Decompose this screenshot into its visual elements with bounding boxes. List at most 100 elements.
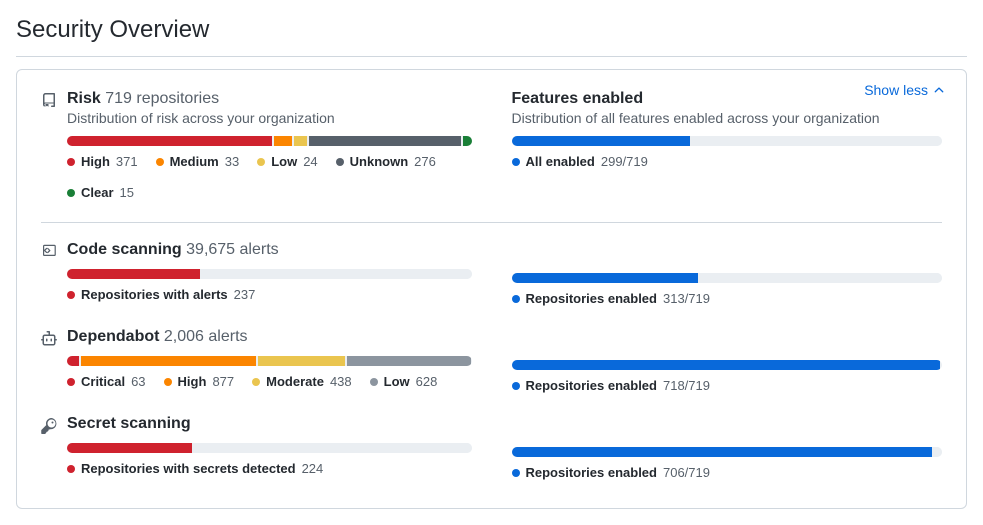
- legend-dot: [67, 291, 75, 299]
- legend-dot: [156, 158, 164, 166]
- bar-segment: [934, 447, 942, 457]
- legend-item[interactable]: High 371: [67, 154, 138, 169]
- dependabot-enabled-bar: [512, 360, 943, 370]
- legend-dot: [67, 465, 75, 473]
- legend-item[interactable]: Medium33: [156, 154, 240, 169]
- risk-title[interactable]: Risk 719 repositories: [67, 90, 472, 108]
- repo-icon: [41, 93, 57, 109]
- legend-dot: [164, 378, 172, 386]
- legend-item[interactable]: Repositories with secrets detected 224: [67, 461, 323, 476]
- legend-item[interactable]: Repositories enabled718/719: [512, 378, 710, 393]
- legend-dot: [257, 158, 265, 166]
- legend-item[interactable]: Unknown 276: [336, 154, 436, 169]
- bar-segment: [67, 356, 79, 366]
- dependabot-section: Dependabot 2,006 alerts Critical 63 High 87…: [41, 328, 472, 389]
- secret-scanning-enabled-bar: [512, 447, 943, 457]
- features-legend: All enabled 299/719: [512, 154, 943, 169]
- bar-segment: [67, 269, 200, 279]
- legend-dot: [370, 378, 378, 386]
- legend-value: 877: [212, 374, 234, 389]
- code-scanning-enabled-legend: Repositories enabled313/719: [512, 291, 943, 306]
- bar-segment: [692, 136, 942, 146]
- legend-value: 237: [234, 287, 256, 302]
- legend-dot: [252, 378, 260, 386]
- page-title: Security Overview: [16, 16, 967, 44]
- legend-dot: [336, 158, 344, 166]
- legend-value: 371: [116, 154, 138, 169]
- legend-item[interactable]: Clear 15: [67, 185, 134, 200]
- legend-dot: [67, 189, 75, 197]
- legend-item[interactable]: All enabled 299/719: [512, 154, 648, 169]
- secret-scanning-enabled-legend: Repositories enabled 706/719: [512, 465, 943, 480]
- bar-segment: [202, 269, 472, 279]
- dependabot-enabled-legend: Repositories enabled718/719: [512, 378, 943, 393]
- bar-segment: [67, 443, 192, 453]
- bar-segment: [512, 273, 698, 283]
- bar-segment: [309, 136, 461, 146]
- bar-segment: [700, 273, 942, 283]
- dependabot-icon: [41, 331, 57, 347]
- legend-label: Low: [384, 374, 410, 389]
- code-scanning-enabled-bar: [512, 273, 943, 283]
- dependabot-legend: Critical 63 High 877 Moderate 438 Low628: [67, 374, 472, 389]
- legend-item[interactable]: Repositories with alerts 237: [67, 287, 255, 302]
- dependabot-bar: [67, 356, 472, 366]
- legend-value: 438: [330, 374, 352, 389]
- code-scanning-bar: [67, 269, 472, 279]
- chevron-up-icon: [932, 83, 946, 97]
- legend-value: 706/719: [663, 465, 710, 480]
- bar-segment: [512, 447, 933, 457]
- legend-dot: [512, 382, 520, 390]
- risk-bar: [67, 136, 472, 146]
- legend-label: Unknown: [350, 154, 409, 169]
- legend-label: All enabled: [526, 154, 595, 169]
- bar-segment: [347, 356, 472, 366]
- legend-item[interactable]: Repositories enabled313/719: [512, 291, 710, 306]
- legend-item[interactable]: Repositories enabled 706/719: [512, 465, 710, 480]
- features-bar: [512, 136, 943, 146]
- legend-label: Repositories with secrets detected: [81, 461, 296, 476]
- code-scanning-icon: [41, 244, 57, 260]
- legend-label: Critical: [81, 374, 125, 389]
- legend-dot: [512, 158, 520, 166]
- code-scanning-section: Code scanning 39,675 alerts Repositories…: [41, 241, 472, 302]
- code-scanning-title[interactable]: Code scanning 39,675 alerts: [67, 241, 472, 259]
- title-divider: [16, 56, 967, 57]
- key-icon: [41, 418, 57, 434]
- bar-segment: [194, 443, 471, 453]
- risk-section: Risk 719 repositories Distribution of ri…: [41, 90, 472, 200]
- legend-label: Clear: [81, 185, 114, 200]
- bar-segment: [512, 136, 690, 146]
- legend-dot: [67, 158, 75, 166]
- code-scanning-enabled-section: Repositories enabled313/719: [512, 241, 943, 306]
- dependabot-title[interactable]: Dependabot 2,006 alerts: [67, 328, 472, 346]
- overview-card: Show less Risk 719 repositories Distribu…: [16, 69, 967, 509]
- legend-label: Repositories enabled: [526, 465, 657, 480]
- legend-value: 299/719: [601, 154, 648, 169]
- legend-value: 718/719: [663, 378, 710, 393]
- legend-item[interactable]: Low24: [257, 154, 317, 169]
- legend-item[interactable]: Moderate 438: [252, 374, 352, 389]
- legend-value: 313/719: [663, 291, 710, 306]
- legend-value: 276: [414, 154, 436, 169]
- bar-segment: [274, 136, 292, 146]
- legend-item[interactable]: Critical 63: [67, 374, 146, 389]
- legend-value: 63: [131, 374, 145, 389]
- secret-scanning-title[interactable]: Secret scanning: [67, 415, 472, 433]
- show-less-toggle[interactable]: Show less: [864, 82, 946, 98]
- legend-item[interactable]: Low628: [370, 374, 438, 389]
- legend-value: 15: [120, 185, 134, 200]
- legend-label: Repositories with alerts: [81, 287, 228, 302]
- legend-label: High: [81, 154, 110, 169]
- secret-scanning-section: Secret scanning Repositories with secret…: [41, 415, 472, 476]
- legend-item[interactable]: High 877: [164, 374, 235, 389]
- legend-label: Moderate: [266, 374, 324, 389]
- features-section: Features enabled Distribution of all fea…: [512, 90, 943, 169]
- bar-segment: [258, 356, 345, 366]
- show-less-label: Show less: [864, 82, 928, 98]
- bar-segment: [81, 356, 255, 366]
- legend-value: 224: [302, 461, 324, 476]
- legend-dot: [512, 295, 520, 303]
- legend-label: High: [178, 374, 207, 389]
- secret-scanning-enabled-section: Repositories enabled 706/719: [512, 415, 943, 480]
